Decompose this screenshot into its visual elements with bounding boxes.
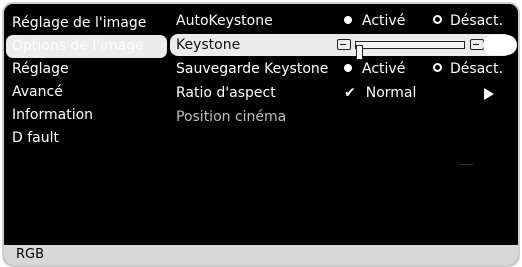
radio-unselected-icon [433, 15, 442, 24]
sauvegarde-keystone-on-option[interactable]: Activé [344, 58, 405, 80]
position-cinema-row[interactable]: Position cinéma [170, 106, 512, 128]
osd-menu-window: Réglage de l'image Options de l'image Ré… [2, 2, 520, 267]
left-menu-item-label: Réglage de l'image [12, 15, 147, 31]
sauvegarde-keystone-off-option[interactable]: Désact. [433, 58, 503, 80]
left-menu-item-avance[interactable]: Avancé [4, 81, 170, 104]
position-cinema-label: Position cinéma [176, 109, 287, 125]
status-bar: RGB [4, 245, 518, 265]
auto-keystone-off-label: Désact. [450, 13, 503, 29]
radio-selected-icon [344, 16, 352, 24]
left-menu-item-label: Réglage [12, 61, 69, 77]
ratio-aspect-value-label: Normal [365, 85, 417, 101]
input-source-label: RGB [16, 247, 45, 262]
left-menu-item-label: Avancé [12, 84, 63, 100]
sauvegarde-keystone-on-label: Activé [362, 61, 406, 77]
ratio-aspect-label: Ratio d'aspect [176, 85, 276, 101]
keystone-narrow-top-icon [337, 39, 351, 50]
left-menu-item-default[interactable]: D fault [4, 127, 170, 150]
keystone-row[interactable]: Keystone [170, 34, 517, 60]
auto-keystone-label: AutoKeystone [176, 13, 273, 29]
keystone-slider[interactable] [355, 41, 465, 60]
left-menu-item-label: Options de l'image [12, 38, 144, 54]
divider [459, 164, 473, 165]
left-menu-item-label: Information [12, 107, 94, 123]
left-menu-item-options-image[interactable]: Options de l'image [6, 35, 167, 58]
auto-keystone-on-option[interactable]: Activé [344, 10, 405, 32]
sauvegarde-keystone-off-label: Désact. [450, 61, 503, 77]
auto-keystone-off-option[interactable]: Désact. [433, 10, 503, 32]
submenu-arrow-icon[interactable] [484, 88, 494, 100]
radio-unselected-icon [433, 63, 442, 72]
left-menu: Réglage de l'image Options de l'image Ré… [4, 12, 170, 150]
check-icon: ✔ [344, 85, 356, 101]
radio-selected-icon [344, 64, 352, 72]
left-menu-item-label: D fault [12, 130, 59, 146]
keystone-value-pill [483, 35, 517, 55]
left-menu-item-information[interactable]: Information [4, 104, 170, 127]
sauvegarde-keystone-row[interactable]: Sauvegarde Keystone Activé Désact. [170, 58, 512, 80]
left-menu-item-reglage[interactable]: Réglage [4, 58, 170, 81]
left-menu-item-reglage-image[interactable]: Réglage de l'image [4, 12, 170, 35]
keystone-narrow-bottom-icon [470, 39, 484, 50]
keystone-label: Keystone [176, 37, 241, 53]
auto-keystone-on-label: Activé [362, 13, 406, 29]
ratio-aspect-row[interactable]: Ratio d'aspect ✔ Normal [170, 82, 512, 104]
sauvegarde-keystone-label: Sauvegarde Keystone [176, 61, 329, 77]
auto-keystone-row[interactable]: AutoKeystone Activé Désact. [170, 10, 512, 32]
settings-panel: AutoKeystone Activé Désact. Keystone Sau… [170, 10, 517, 130]
ratio-aspect-value: ✔ Normal [344, 82, 416, 104]
